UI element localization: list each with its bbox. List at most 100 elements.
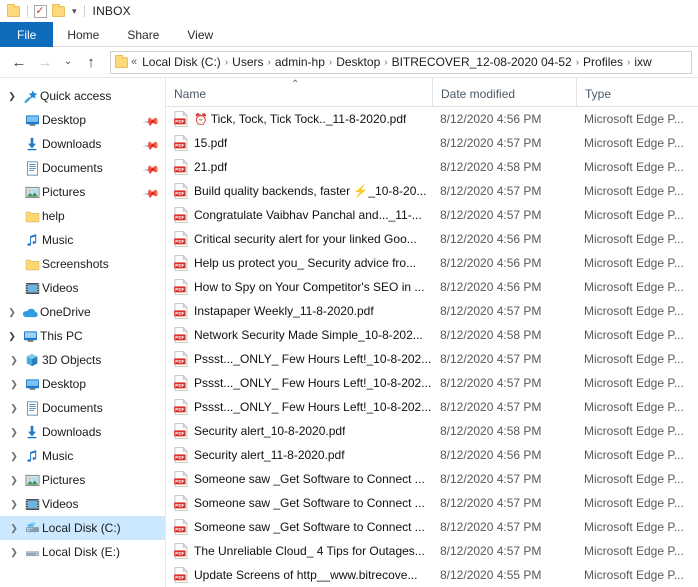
file-name-cell[interactable]: PDFPssst..._ONLY_ Few Hours Left!_10-8-2… <box>166 399 432 415</box>
sidebar-group-quick-access[interactable]: ❯ Quick access <box>0 84 165 108</box>
chevron-right-icon[interactable]: ❯ <box>6 500 22 509</box>
breadcrumb-desktop[interactable]: Desktop <box>333 55 383 69</box>
sidebar-item-pictures[interactable]: Pictures 📌 <box>0 180 165 204</box>
sidebar-item-this-pc-music[interactable]: ❯ Music <box>0 444 165 468</box>
chevron-right-icon[interactable]: ❯ <box>6 380 22 389</box>
file-name-cell[interactable]: PDFCritical security alert for your link… <box>166 231 432 247</box>
file-name-cell[interactable]: PDFSecurity alert_11-8-2020.pdf <box>166 447 432 463</box>
address-overflow-chevron-icon[interactable]: « <box>131 56 139 68</box>
table-row[interactable]: PDFPssst..._ONLY_ Few Hours Left!_10-8-2… <box>166 347 698 371</box>
sidebar-item-onedrive[interactable]: ❯ OneDrive <box>0 300 165 324</box>
file-name-cell[interactable]: PDF15.pdf <box>166 135 432 151</box>
table-row[interactable]: PDF⏰Tick, Tock, Tick Tock.._11-8-2020.pd… <box>166 107 698 131</box>
sidebar-item-music[interactable]: Music <box>0 228 165 252</box>
table-row[interactable]: PDF15.pdf8/12/2020 4:57 PMMicrosoft Edge… <box>166 131 698 155</box>
table-row[interactable]: PDF21.pdf8/12/2020 4:58 PMMicrosoft Edge… <box>166 155 698 179</box>
sidebar-item-this-pc-documents[interactable]: ❯ Documents <box>0 396 165 420</box>
table-row[interactable]: PDFSomeone saw _Get Software to Connect … <box>166 467 698 491</box>
sidebar-item-help[interactable]: help <box>0 204 165 228</box>
file-name-cell[interactable]: PDF⏰Tick, Tock, Tick Tock.._11-8-2020.pd… <box>166 111 432 127</box>
table-row[interactable]: PDFCongratulate Vaibhav Panchal and..._1… <box>166 203 698 227</box>
sidebar-item-downloads[interactable]: Downloads 📌 <box>0 132 165 156</box>
column-header-type[interactable]: Type <box>576 78 698 106</box>
sidebar-item-3d-objects[interactable]: ❯ 3D Objects <box>0 348 165 372</box>
file-name-cell[interactable]: PDFHelp us protect you_ Security advice … <box>166 255 432 271</box>
table-row[interactable]: PDFCritical security alert for your link… <box>166 227 698 251</box>
file-name-cell[interactable]: PDFSomeone saw _Get Software to Connect … <box>166 519 432 535</box>
table-row[interactable]: PDFPssst..._ONLY_ Few Hours Left!_10-8-2… <box>166 371 698 395</box>
file-name-cell[interactable]: PDFInstapaper Weekly_11-8-2020.pdf <box>166 303 432 319</box>
table-row[interactable]: PDFThe Unreliable Cloud_ 4 Tips for Outa… <box>166 539 698 563</box>
chevron-right-icon[interactable]: ❯ <box>6 452 22 461</box>
chevron-right-icon[interactable]: ❯ <box>6 548 22 557</box>
up-button[interactable]: ↑ <box>78 50 104 74</box>
forward-button[interactable]: → <box>32 50 58 74</box>
sidebar-item-this-pc-desktop[interactable]: ❯ Desktop <box>0 372 165 396</box>
customize-qat-caret-icon[interactable]: ▾ <box>72 6 77 17</box>
chevron-down-icon[interactable]: ❯ <box>4 332 20 341</box>
table-row[interactable]: PDFBuild quality backends, faster ⚡_10-8… <box>166 179 698 203</box>
tab-home[interactable]: Home <box>53 22 113 47</box>
chevron-right-icon[interactable]: ❯ <box>4 308 20 317</box>
recent-locations-button[interactable]: ⌄ <box>58 50 78 74</box>
sidebar-item-videos[interactable]: Videos <box>0 276 165 300</box>
pin-icon[interactable]: 📌 <box>139 109 161 130</box>
file-name-cell[interactable]: PDFNetwork Security Made Simple_10-8-202… <box>166 327 432 343</box>
breadcrumb-ixw[interactable]: ixw <box>631 55 654 69</box>
column-header-date-modified[interactable]: Date modified <box>432 78 576 106</box>
pin-icon[interactable]: 📌 <box>139 133 161 154</box>
sidebar-item-screenshots[interactable]: Screenshots <box>0 252 165 276</box>
file-name-cell[interactable]: PDFThe Unreliable Cloud_ 4 Tips for Outa… <box>166 543 432 559</box>
file-name-cell[interactable]: PDFUpdate Screens of http__www.bitrecove… <box>166 567 432 583</box>
breadcrumb-users[interactable]: Users <box>229 55 266 69</box>
tab-file[interactable]: File <box>0 22 53 47</box>
sidebar-item-this-pc-pictures[interactable]: ❯ Pictures <box>0 468 165 492</box>
file-name-cell[interactable]: PDFPssst..._ONLY_ Few Hours Left!_10-8-2… <box>166 375 432 391</box>
breadcrumb-profiles[interactable]: Profiles <box>580 55 626 69</box>
breadcrumb-bitrecover[interactable]: BITRECOVER_12-08-2020 04-52 <box>389 55 575 69</box>
table-row[interactable]: PDFSecurity alert_10-8-2020.pdf8/12/2020… <box>166 419 698 443</box>
file-name-cell[interactable]: PDFSomeone saw _Get Software to Connect … <box>166 471 432 487</box>
pin-icon[interactable]: 📌 <box>139 181 161 202</box>
sidebar-group-this-pc[interactable]: ❯ This PC <box>0 324 165 348</box>
tab-share[interactable]: Share <box>113 22 173 47</box>
qat-new-folder-icon[interactable] <box>50 3 66 19</box>
sidebar-item-local-disk-c[interactable]: ❯ Local Disk (C:) <box>0 516 165 540</box>
tab-view[interactable]: View <box>173 22 227 47</box>
table-row[interactable]: PDFSomeone saw _Get Software to Connect … <box>166 491 698 515</box>
table-row[interactable]: PDFSecurity alert_11-8-2020.pdf8/12/2020… <box>166 443 698 467</box>
file-name-cell[interactable]: PDF21.pdf <box>166 159 432 175</box>
qat-folder-icon[interactable] <box>5 3 21 19</box>
table-row[interactable]: PDFPssst..._ONLY_ Few Hours Left!_10-8-2… <box>166 395 698 419</box>
sidebar-item-this-pc-downloads[interactable]: ❯ Downloads <box>0 420 165 444</box>
file-name-cell[interactable]: PDFPssst..._ONLY_ Few Hours Left!_10-8-2… <box>166 351 432 367</box>
chevron-right-icon[interactable]: ❯ <box>6 428 22 437</box>
table-row[interactable]: PDFSomeone saw _Get Software to Connect … <box>166 515 698 539</box>
breadcrumb-local-disk-c[interactable]: Local Disk (C:) <box>139 55 224 69</box>
table-row[interactable]: PDFUpdate Screens of http__www.bitrecove… <box>166 563 698 587</box>
address-bar[interactable]: « Local Disk (C:) › Users › admin-hp › D… <box>110 51 692 74</box>
back-button[interactable]: ← <box>6 50 32 74</box>
sidebar-item-local-disk-e[interactable]: ❯ Local Disk (E:) <box>0 540 165 564</box>
file-name-cell[interactable]: PDFHow to Spy on Your Competitor's SEO i… <box>166 279 432 295</box>
table-row[interactable]: PDFNetwork Security Made Simple_10-8-202… <box>166 323 698 347</box>
chevron-down-icon[interactable]: ❯ <box>4 92 20 101</box>
qat-properties-icon[interactable]: ✓ <box>32 3 48 19</box>
chevron-right-icon[interactable]: ❯ <box>6 356 22 365</box>
pin-icon[interactable]: 📌 <box>139 157 161 178</box>
column-header-name[interactable]: Name ⌃ <box>166 78 432 106</box>
sidebar-item-desktop[interactable]: Desktop 📌 <box>0 108 165 132</box>
chevron-right-icon[interactable]: ❯ <box>6 404 22 413</box>
table-row[interactable]: PDFHow to Spy on Your Competitor's SEO i… <box>166 275 698 299</box>
file-name-cell[interactable]: PDFSomeone saw _Get Software to Connect … <box>166 495 432 511</box>
breadcrumb-admin-hp[interactable]: admin-hp <box>272 55 328 69</box>
chevron-right-icon[interactable]: ❯ <box>6 524 22 533</box>
file-name-cell[interactable]: PDFCongratulate Vaibhav Panchal and..._1… <box>166 207 432 223</box>
file-name-cell[interactable]: PDFBuild quality backends, faster ⚡_10-8… <box>166 183 432 199</box>
chevron-right-icon[interactable]: ❯ <box>6 476 22 485</box>
sidebar-item-this-pc-videos[interactable]: ❯ Videos <box>0 492 165 516</box>
table-row[interactable]: PDFInstapaper Weekly_11-8-2020.pdf8/12/2… <box>166 299 698 323</box>
table-row[interactable]: PDFHelp us protect you_ Security advice … <box>166 251 698 275</box>
sidebar-item-documents[interactable]: Documents 📌 <box>0 156 165 180</box>
file-name-cell[interactable]: PDFSecurity alert_10-8-2020.pdf <box>166 423 432 439</box>
